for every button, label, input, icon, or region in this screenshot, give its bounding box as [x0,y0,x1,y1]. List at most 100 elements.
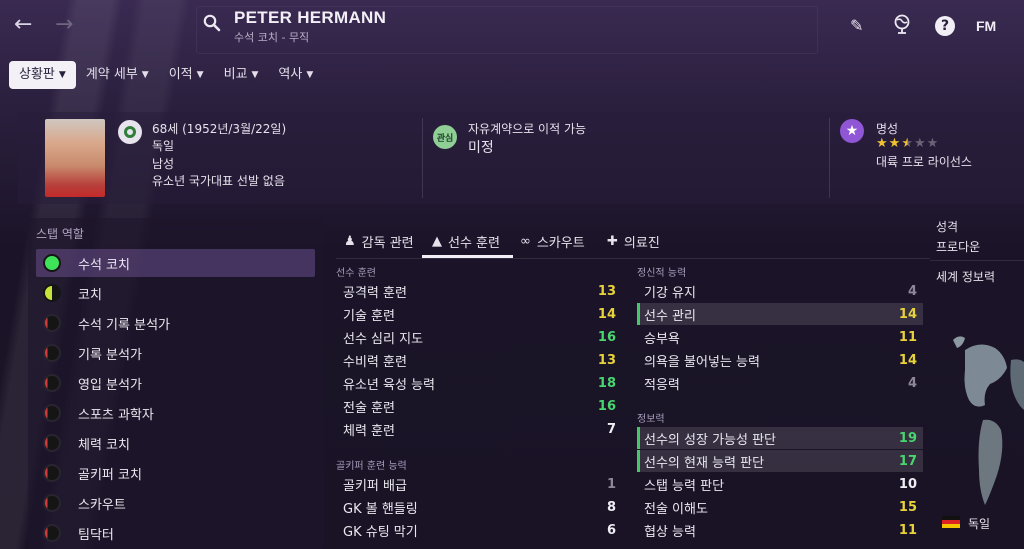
attribute-row[interactable]: 유소년 육성 능력 18 [336,372,622,394]
chevron-down-icon: ▼ [141,70,149,80]
tab-label: 역사 [278,67,303,82]
attribute-row[interactable]: 체력 훈련 7 [336,418,622,440]
forward-icon[interactable]: → [55,12,73,37]
attribute-row[interactable]: 수비력 훈련 13 [336,349,622,371]
help-icon[interactable]: ? [935,16,955,36]
attribute-row[interactable]: GK 볼 핸들링 8 [336,496,622,518]
roles-title: 스탭 역할 [36,227,84,241]
role-item[interactable]: 수석 코치 [36,249,315,277]
role-level-icon [43,254,61,272]
attribute-label: GK 슈팅 막기 [343,524,418,540]
attribute-label: 선수의 성장 가능성 판단 [644,432,776,448]
attribute-value: 4 [907,375,917,391]
attribute-row[interactable]: 전술 훈련 16 [336,395,622,417]
tab-compare[interactable]: 비교 ▼ [214,61,269,89]
binoculars-icon: ∞ [520,233,531,249]
attribute-row[interactable]: 스탭 능력 판단 10 [637,473,923,495]
nation-text[interactable]: 독일 [152,137,174,154]
attribute-row[interactable]: 적응력 4 [637,372,923,394]
attribute-row[interactable]: 공격력 훈련 13 [336,280,622,302]
page-subtitle: 수석 코치 - 무직 [234,31,310,44]
attribute-label: 기강 유지 [644,285,696,301]
role-item[interactable]: 체력 코치 [36,429,315,457]
attribute-value: 16 [597,329,616,345]
globe-icon[interactable] [893,14,911,38]
role-level-icon [43,374,61,392]
tab-coaching[interactable]: ▲ 선수 훈련 [432,228,500,254]
back-icon[interactable]: ← [14,12,32,37]
tab-label: 이적 [168,67,193,82]
role-label: 수석 코치 [78,257,130,273]
role-level-icon [43,284,61,302]
attribute-row[interactable]: 선수의 성장 가능성 판단 19 [637,427,923,449]
search-icon[interactable] [203,14,221,37]
tab-transfer[interactable]: 이적 ▼ [159,61,214,89]
age-dob: 68세 (1952년/3월/22일) [152,122,287,136]
interest-badge: 관심 [433,125,457,149]
attribute-label: 골키퍼 배급 [343,478,407,494]
attribute-value: 19 [898,430,917,446]
attribute-label: 유소년 육성 능력 [343,377,435,393]
role-item[interactable]: 수석 기록 분석가 [36,309,315,337]
attribute-row[interactable]: 기강 유지 4 [637,280,923,302]
attribute-label: GK 볼 핸들링 [343,501,418,517]
attribute-label: 기술 훈련 [343,308,395,324]
role-item[interactable]: 기록 분석가 [36,339,315,367]
role-item[interactable]: 코치 [36,279,315,307]
role-label: 스카우트 [78,497,126,513]
tab-manager[interactable]: ♟ 감독 관련 [344,228,414,254]
role-level-icon [43,404,61,422]
gender-text: 남성 [152,157,175,171]
transfer-status: 자유계약으로 이적 가능 [468,122,587,136]
medkit-icon: ✚ [607,233,618,249]
reputation-stars: ★★★★★ [876,136,940,151]
personality-label: 성격 [936,220,959,234]
tab-label: 상황판 [19,67,55,82]
attribute-value: 18 [597,375,616,391]
attribute-row[interactable]: 선수 심리 지도 16 [336,326,622,348]
role-item[interactable]: 영입 분석가 [36,369,315,397]
map-nation[interactable]: 독일 [968,515,990,532]
role-item[interactable]: 스카우트 [36,489,315,517]
tab-contract[interactable]: 계약 세부 ▼ [76,61,159,89]
tab-scouting[interactable]: ∞ 스카우트 [520,228,585,254]
personality-value: 프로다운 [936,240,981,254]
tab-medical[interactable]: ✚ 의료진 [607,228,660,254]
chevron-down-icon: ▼ [196,70,204,80]
attribute-label: 승부욕 [644,331,680,347]
attribute-row[interactable]: 협상 능력 11 [637,519,923,541]
role-label: 팀닥터 [78,527,114,543]
attribute-value: 15 [898,499,917,515]
germany-flag-icon [942,516,960,528]
tab-label: 감독 관련 [361,235,414,251]
tab-overview[interactable]: 상황판 ▼ [9,61,76,89]
attribute-row[interactable]: 선수의 현재 능력 판단 17 [637,450,923,472]
star-icon: ★ [840,119,864,143]
attribute-row[interactable]: 승부욕 11 [637,326,923,348]
attribute-row[interactable]: 의욕을 불어넣는 능력 14 [637,349,923,371]
attribute-value: 14 [898,352,917,368]
role-item[interactable]: 골키퍼 코치 [36,459,315,487]
group-label: 정신적 능력 [637,268,687,279]
role-level-icon [43,524,61,542]
attribute-row[interactable]: 전술 이해도 15 [637,496,923,518]
role-level-icon [43,344,61,362]
attribute-value: 7 [606,421,616,437]
tab-label: 계약 세부 [85,67,138,82]
role-level-icon [43,434,61,452]
attribute-row[interactable]: 선수 관리 14 [637,303,923,325]
attribute-row[interactable]: 골키퍼 배급 1 [336,473,622,495]
tab-history[interactable]: 역사 ▼ [268,61,323,89]
fm-logo[interactable]: FM [976,18,996,34]
world-map [953,336,1024,505]
role-label: 골키퍼 코치 [78,467,142,483]
edit-icon[interactable]: ✎ [850,16,863,35]
transfer-value: 미정 [468,140,494,156]
attribute-row[interactable]: 기술 훈련 14 [336,303,622,325]
chevron-down-icon: ▼ [306,70,314,80]
role-item[interactable]: 스포츠 과학자 [36,399,315,427]
attribute-row[interactable]: GK 슈팅 막기 6 [336,519,622,541]
license-text: 대륙 프로 라이선스 [876,155,972,169]
role-item[interactable]: 팀닥터 [36,519,315,547]
world-knowledge-label: 세계 정보력 [936,270,996,284]
